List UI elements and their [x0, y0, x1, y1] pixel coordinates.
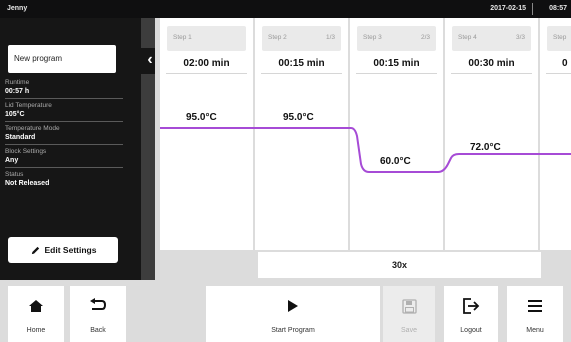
block-settings-label: Block Settings [5, 148, 47, 155]
status-info: Status Not Released [5, 169, 123, 190]
date-display: 2017-02-15 [490, 5, 526, 12]
back-label: Back [90, 327, 106, 334]
user-name: Jenny [7, 5, 28, 12]
home-label: Home [26, 327, 46, 334]
status-value: Not Released [5, 180, 50, 187]
runtime-value: 00:57 h [5, 88, 30, 95]
save-button[interactable]: Save [383, 286, 435, 342]
start-program-button[interactable]: Start Program [206, 286, 380, 342]
status-label: Status [5, 171, 24, 178]
lid-temperature-value: 105°C [5, 111, 25, 118]
back-button[interactable]: Back [70, 286, 126, 342]
time-display: 08:57 [549, 5, 567, 12]
program-sidebar: New program Runtime 00:57 h Lid Temperat… [0, 18, 159, 280]
play-icon [206, 297, 380, 315]
program-name-field[interactable]: New program [8, 45, 116, 73]
start-program-label: Start Program [271, 327, 315, 334]
back-arrow-icon [70, 297, 126, 315]
top-status-bar: Jenny 2017-02-15 08:57 [0, 0, 571, 18]
edit-settings-label: Edit Settings [44, 245, 97, 255]
logout-icon [444, 297, 498, 315]
runtime-label: Runtime [5, 79, 30, 86]
block-settings-info: Block Settings Any [5, 146, 123, 168]
save-label: Save [401, 327, 417, 334]
pencil-icon [31, 246, 39, 254]
cycle-count[interactable]: 30x [258, 252, 541, 278]
menu-button[interactable]: Menu [507, 286, 563, 342]
lid-temperature-label: Lid Temperature [5, 102, 52, 109]
home-icon [8, 297, 64, 315]
temperature-profile-curve [160, 127, 571, 173]
divider [532, 3, 533, 15]
logout-label: Logout [460, 327, 482, 334]
floppy-disk-icon [383, 297, 435, 315]
menu-label: Menu [526, 327, 544, 334]
edit-settings-button[interactable]: Edit Settings [8, 237, 118, 263]
temperature-mode-info: Temperature Mode Standard [5, 123, 123, 145]
temperature-mode-label: Temperature Mode [5, 125, 60, 132]
block-settings-value: Any [5, 157, 19, 164]
temperature-mode-value: Standard [5, 134, 36, 141]
sidebar-panel: New program Runtime 00:57 h Lid Temperat… [0, 18, 141, 280]
logout-button[interactable]: Logout [444, 286, 498, 342]
runtime-info: Runtime 00:57 h [5, 77, 123, 99]
lid-temperature-info: Lid Temperature 105°C [5, 100, 123, 122]
home-button[interactable]: Home [8, 286, 64, 342]
bottom-action-bar: Home Back Start Program Save Logout Menu [0, 280, 571, 342]
hamburger-menu-icon [507, 297, 563, 315]
